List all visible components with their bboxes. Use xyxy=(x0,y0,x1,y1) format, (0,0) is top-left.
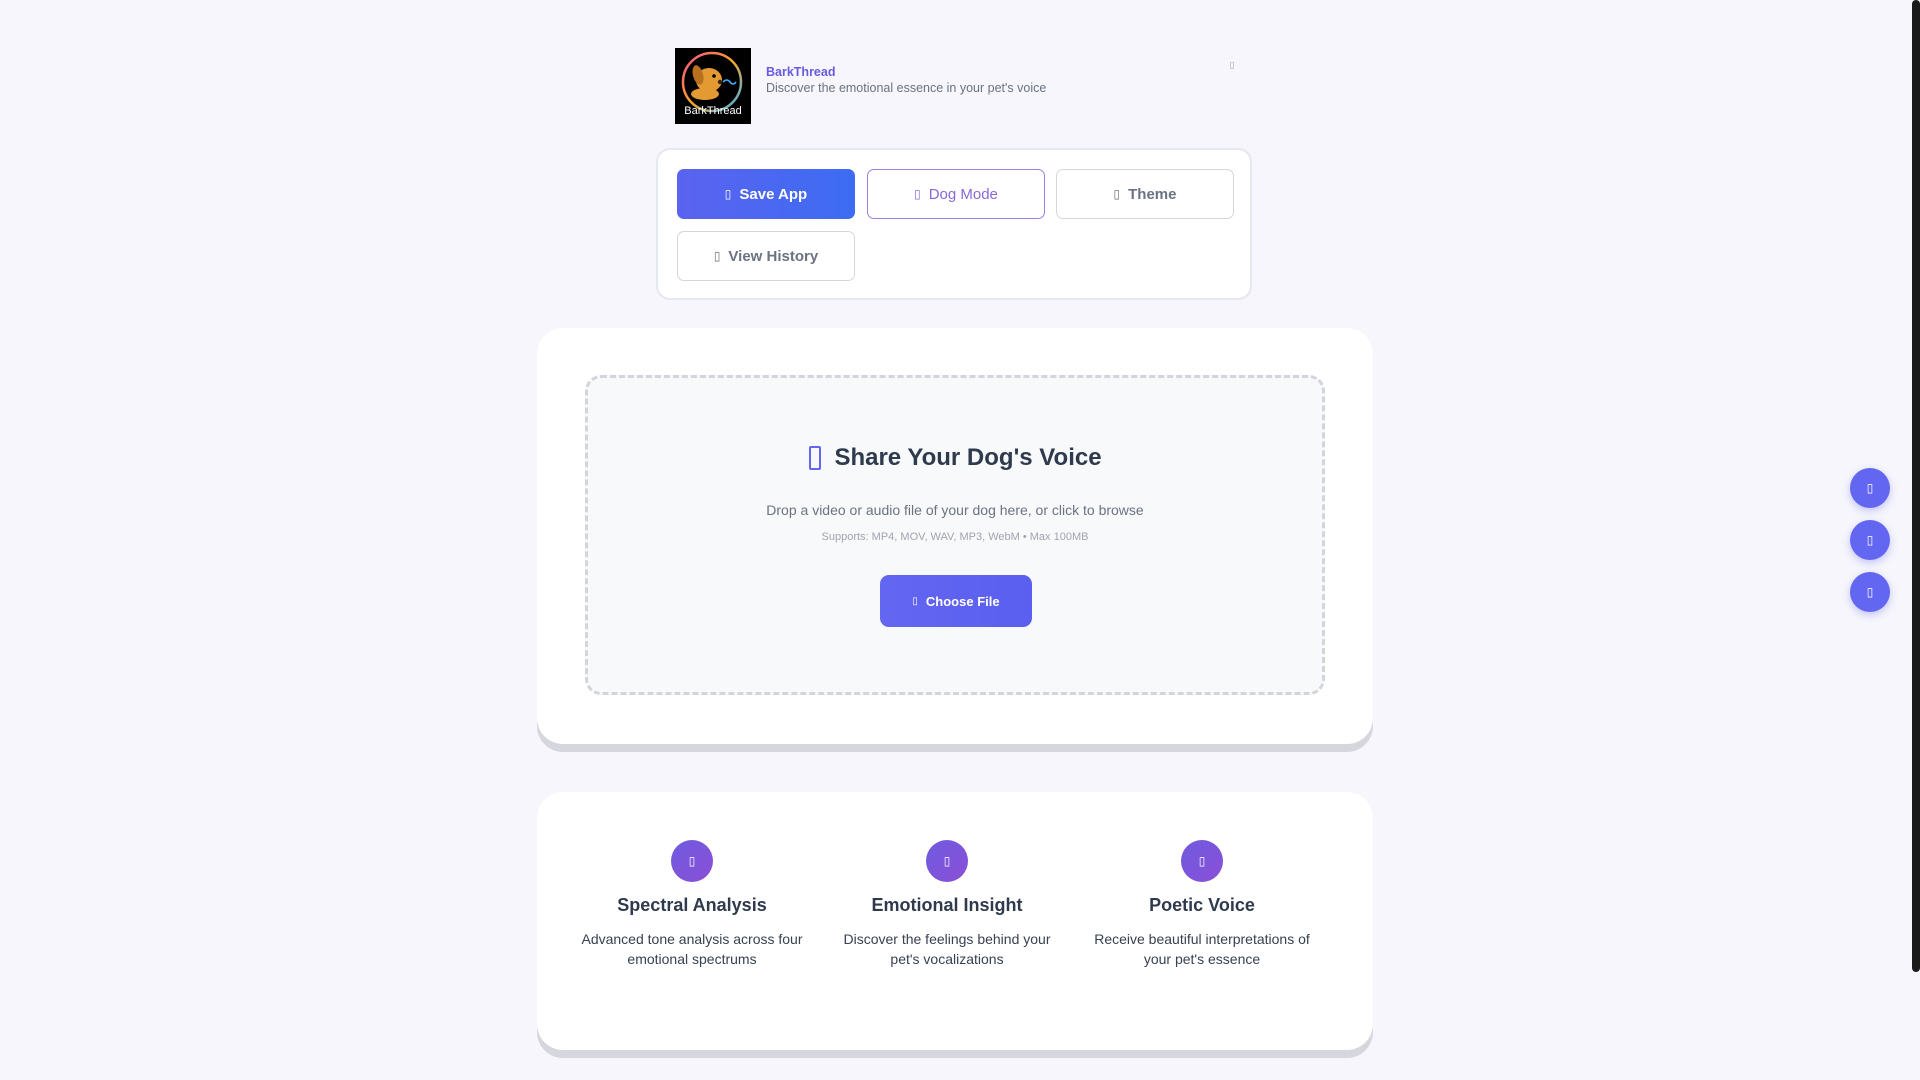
help-button[interactable]: ▯ xyxy=(1850,468,1890,508)
feature-title: Spectral Analysis xyxy=(617,895,767,915)
feature-poetic-voice: ▯ Poetic Voice Receive beautiful interpr… xyxy=(1082,840,1322,969)
settings-icon: ▯ xyxy=(1866,585,1874,599)
brand-block: BarkThread Discover the emotional essenc… xyxy=(766,64,1046,96)
dog-mode-label: Dog Mode xyxy=(928,185,998,203)
dropzone-title-text: Share Your Dog's Voice xyxy=(834,444,1102,471)
view-history-button[interactable]: ▯ View History xyxy=(677,231,855,281)
share-icon: ▯ xyxy=(1866,533,1874,547)
app-logo: BarkThread xyxy=(675,48,751,124)
paw-icon: ▯ xyxy=(914,187,921,201)
save-app-button[interactable]: ▯ Save App xyxy=(677,169,855,219)
dropzone-description: Drop a video or audio file of your dog h… xyxy=(766,502,1144,518)
toolbar-card: ▯ Save App ▯ Dog Mode ▯ Theme ▯ View His… xyxy=(656,148,1252,300)
app-header: BarkThread BarkThread Discover the emoti… xyxy=(675,48,1240,124)
wave-icon: ▯ xyxy=(671,840,713,882)
dropzone-title: Share Your Dog's Voice xyxy=(588,444,1322,472)
save-icon: ▯ xyxy=(724,187,732,201)
brand-name: BarkThread xyxy=(766,65,836,79)
view-history-label: View History xyxy=(728,247,819,265)
theme-label: Theme xyxy=(1128,185,1177,203)
feather-icon: ▯ xyxy=(1181,840,1223,882)
theme-button[interactable]: ▯ Theme xyxy=(1056,169,1234,219)
share-button[interactable]: ▯ xyxy=(1850,520,1890,560)
heart-icon: ▯ xyxy=(926,840,968,882)
brand-tagline: Discover the emotional essence in your p… xyxy=(766,81,1047,95)
feature-description: Receive beautiful interpretations of you… xyxy=(1094,931,1310,967)
save-app-label: Save App xyxy=(739,185,808,203)
dog-mode-button[interactable]: ▯ Dog Mode xyxy=(867,169,1045,219)
feature-title: Emotional Insight xyxy=(871,895,1023,915)
file-dropzone[interactable]: Share Your Dog's Voice Drop a video or a… xyxy=(585,375,1325,695)
feature-description: Advanced tone analysis across four emoti… xyxy=(581,931,803,967)
choose-file-label: Choose File xyxy=(925,593,1000,609)
choose-file-button[interactable]: ▯ Choose File xyxy=(880,575,1032,627)
microphone-icon xyxy=(808,445,822,471)
feature-spectral-analysis: ▯ Spectral Analysis Advanced tone analys… xyxy=(572,840,812,969)
palette-icon: ▯ xyxy=(1113,187,1121,201)
history-icon: ▯ xyxy=(713,249,721,263)
upload-icon: ▯ xyxy=(912,595,918,607)
feature-description: Discover the feelings behind your pet's … xyxy=(843,931,1051,967)
logo-text: BarkThread xyxy=(684,105,742,117)
ellipsis-icon[interactable]: ▯ xyxy=(1227,59,1237,71)
page-scrollbar[interactable] xyxy=(1912,0,1920,972)
dropzone-supported-formats: Supports: MP4, MOV, WAV, MP3, WebM • Max… xyxy=(821,531,1089,543)
feature-emotional-insight: ▯ Emotional Insight Discover the feeling… xyxy=(827,840,1067,969)
feature-title: Poetic Voice xyxy=(1149,895,1255,915)
upload-card: Share Your Dog's Voice Drop a video or a… xyxy=(537,328,1373,744)
settings-button[interactable]: ▯ xyxy=(1850,572,1890,612)
features-card: ▯ Spectral Analysis Advanced tone analys… xyxy=(537,792,1373,1050)
help-icon: ▯ xyxy=(1866,481,1874,495)
